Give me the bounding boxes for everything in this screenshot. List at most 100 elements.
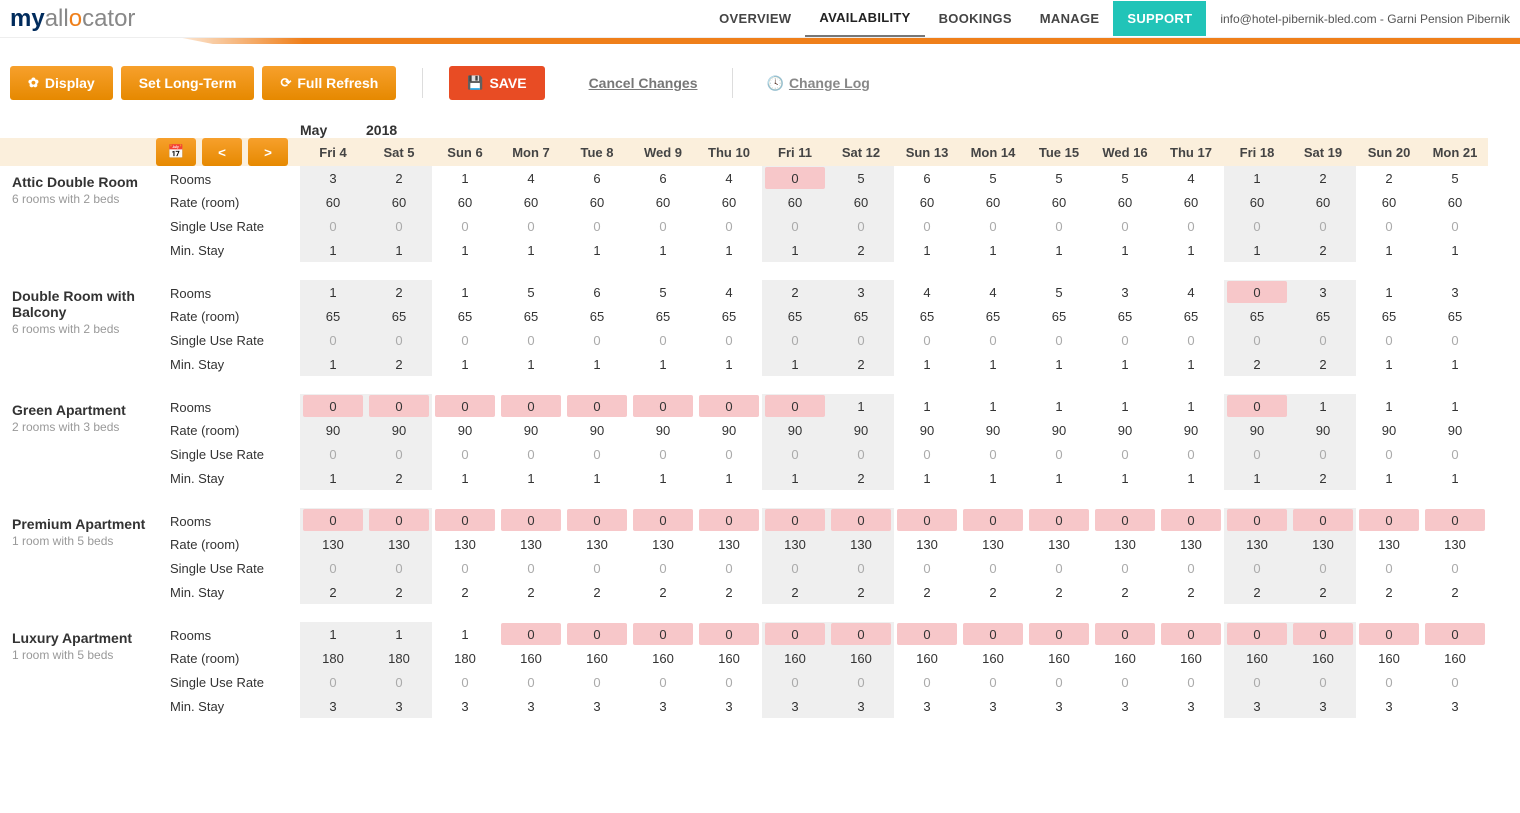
cell[interactable]: 2 <box>1158 580 1224 604</box>
cell[interactable]: 130 <box>1158 532 1224 556</box>
cell[interactable]: 0 <box>696 214 762 238</box>
cell[interactable]: 0 <box>960 328 1026 352</box>
cell[interactable]: 2 <box>498 580 564 604</box>
cell[interactable]: 1 <box>630 238 696 262</box>
cell[interactable]: 1 <box>1158 394 1224 418</box>
cell[interactable]: 160 <box>1290 646 1356 670</box>
change-log-link[interactable]: 🕓 Change Log <box>759 75 878 92</box>
cell[interactable]: 2 <box>828 238 894 262</box>
cell[interactable]: 1 <box>1422 394 1488 418</box>
cell[interactable]: 0 <box>828 328 894 352</box>
cell[interactable]: 90 <box>300 418 366 442</box>
cell[interactable]: 2 <box>1290 166 1356 190</box>
cell[interactable]: 1 <box>960 466 1026 490</box>
save-button[interactable]: 💾 SAVE <box>449 66 544 100</box>
cell[interactable]: 0 <box>828 214 894 238</box>
cell[interactable]: 0 <box>630 508 696 532</box>
cell[interactable]: 90 <box>1158 418 1224 442</box>
cell[interactable]: 3 <box>498 694 564 718</box>
cell[interactable]: 0 <box>1092 508 1158 532</box>
cell[interactable]: 0 <box>960 214 1026 238</box>
day-header[interactable]: Sun 6 <box>432 138 498 166</box>
cell[interactable]: 3 <box>300 166 366 190</box>
cell[interactable]: 0 <box>1356 328 1422 352</box>
cell[interactable]: 0 <box>1224 556 1290 580</box>
cancel-changes-link[interactable]: Cancel Changes <box>581 75 706 91</box>
cell[interactable]: 0 <box>1092 214 1158 238</box>
cell[interactable]: 0 <box>960 670 1026 694</box>
cell[interactable]: 1 <box>498 352 564 376</box>
cell[interactable]: 1 <box>1356 466 1422 490</box>
day-header[interactable]: Fri 18 <box>1224 138 1290 166</box>
cell[interactable]: 60 <box>1422 190 1488 214</box>
cell[interactable]: 0 <box>300 508 366 532</box>
cell[interactable]: 0 <box>696 670 762 694</box>
cell[interactable]: 0 <box>762 214 828 238</box>
cell[interactable]: 1 <box>432 466 498 490</box>
cell[interactable]: 0 <box>630 622 696 646</box>
cell[interactable]: 0 <box>1026 670 1092 694</box>
cell[interactable]: 65 <box>1158 304 1224 328</box>
cell[interactable]: 0 <box>1092 442 1158 466</box>
cell[interactable]: 0 <box>1224 280 1290 304</box>
day-header[interactable]: Sun 13 <box>894 138 960 166</box>
cell[interactable]: 60 <box>828 190 894 214</box>
cell[interactable]: 0 <box>300 328 366 352</box>
cell[interactable]: 90 <box>498 418 564 442</box>
cell[interactable]: 130 <box>1356 532 1422 556</box>
cell[interactable]: 4 <box>696 280 762 304</box>
cell[interactable]: 1 <box>696 466 762 490</box>
cell[interactable]: 1 <box>1158 352 1224 376</box>
cell[interactable]: 2 <box>762 280 828 304</box>
cell[interactable]: 0 <box>498 670 564 694</box>
cell[interactable]: 130 <box>300 532 366 556</box>
cell[interactable]: 3 <box>1422 280 1488 304</box>
cell[interactable]: 1 <box>696 238 762 262</box>
cell[interactable]: 130 <box>432 532 498 556</box>
cell[interactable]: 90 <box>1356 418 1422 442</box>
cell[interactable]: 130 <box>696 532 762 556</box>
cell[interactable]: 5 <box>630 280 696 304</box>
cell[interactable]: 0 <box>1158 622 1224 646</box>
cell[interactable]: 1 <box>1356 280 1422 304</box>
cell[interactable]: 0 <box>366 328 432 352</box>
cell[interactable]: 1 <box>1422 238 1488 262</box>
cell[interactable]: 0 <box>564 214 630 238</box>
cell[interactable]: 0 <box>432 394 498 418</box>
cell[interactable]: 0 <box>630 394 696 418</box>
cell[interactable]: 1 <box>1026 394 1092 418</box>
cell[interactable]: 1 <box>432 352 498 376</box>
cell[interactable]: 3 <box>432 694 498 718</box>
cell[interactable]: 130 <box>564 532 630 556</box>
cell[interactable]: 1 <box>762 352 828 376</box>
cell[interactable]: 0 <box>1422 442 1488 466</box>
cell[interactable]: 0 <box>894 556 960 580</box>
cell[interactable]: 1 <box>1026 466 1092 490</box>
cell[interactable]: 0 <box>1026 508 1092 532</box>
day-header[interactable]: Sat 12 <box>828 138 894 166</box>
cell[interactable]: 2 <box>960 580 1026 604</box>
cell[interactable]: 65 <box>762 304 828 328</box>
cell[interactable]: 3 <box>1422 694 1488 718</box>
cell[interactable]: 1 <box>300 622 366 646</box>
cell[interactable]: 60 <box>1158 190 1224 214</box>
cell[interactable]: 60 <box>498 190 564 214</box>
cell[interactable]: 60 <box>432 190 498 214</box>
cell[interactable]: 1 <box>432 280 498 304</box>
cell[interactable]: 0 <box>1158 556 1224 580</box>
cell[interactable]: 2 <box>1290 352 1356 376</box>
cell[interactable]: 3 <box>630 694 696 718</box>
cell[interactable]: 0 <box>498 394 564 418</box>
cell[interactable]: 160 <box>564 646 630 670</box>
cell[interactable]: 0 <box>1092 670 1158 694</box>
cell[interactable]: 0 <box>1290 670 1356 694</box>
cell[interactable]: 0 <box>1224 508 1290 532</box>
cell[interactable]: 4 <box>894 280 960 304</box>
cell[interactable]: 160 <box>1026 646 1092 670</box>
cell[interactable]: 0 <box>1224 328 1290 352</box>
cell[interactable]: 0 <box>696 622 762 646</box>
cell[interactable]: 0 <box>762 442 828 466</box>
logo[interactable]: myallocator <box>0 5 135 33</box>
cell[interactable]: 1 <box>696 352 762 376</box>
cell[interactable]: 0 <box>1158 670 1224 694</box>
